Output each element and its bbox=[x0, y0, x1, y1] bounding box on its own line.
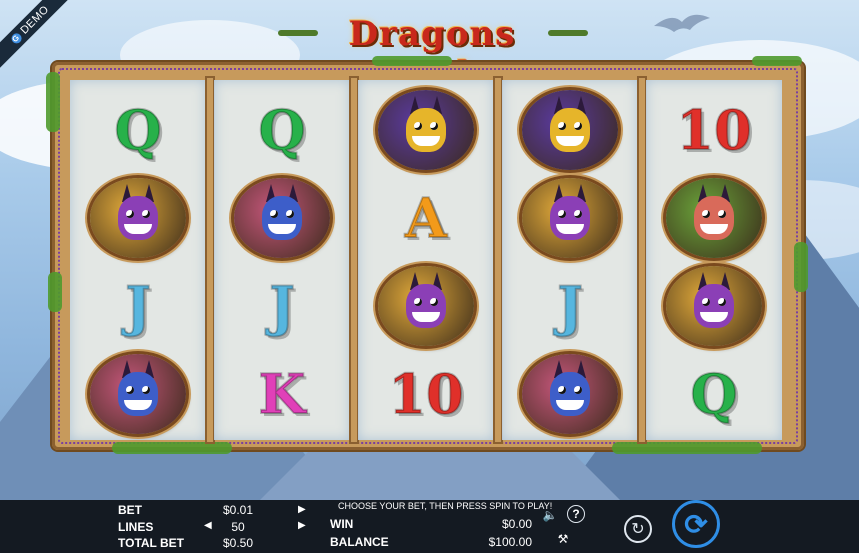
symbol-purple-dragon bbox=[358, 262, 494, 350]
provider-logo-icon: G bbox=[9, 31, 24, 46]
symbol-j: J bbox=[214, 262, 350, 350]
bet-label: BET bbox=[118, 503, 142, 517]
symbol-letter: Q bbox=[113, 98, 162, 162]
lines-value: 50 bbox=[231, 520, 245, 534]
symbol-letter: Q bbox=[689, 362, 738, 426]
symbol-j: J bbox=[70, 262, 206, 350]
symbol-letter: J bbox=[556, 274, 584, 338]
symbol-letter: J bbox=[124, 274, 152, 338]
moss-decoration bbox=[794, 242, 808, 292]
lines-label: LINES bbox=[118, 520, 154, 534]
red-dragon-icon bbox=[666, 178, 762, 258]
symbol-gold-dragon bbox=[358, 86, 494, 174]
symbol-purple-dragon bbox=[70, 174, 206, 262]
lines-increase-button[interactable]: ▶ bbox=[298, 520, 306, 531]
symbol-letter: K bbox=[258, 362, 307, 426]
moss-decoration bbox=[752, 56, 802, 66]
win-label: WIN bbox=[330, 517, 354, 531]
symbol-q: Q bbox=[70, 86, 206, 174]
win-balance-panel: WIN $0.00 BALANCE $100.00 bbox=[322, 500, 536, 553]
symbol-blue-dragon bbox=[214, 174, 350, 262]
purple-dragon-icon bbox=[522, 178, 618, 258]
reels-area: Q J Q J K A 10 J 10 Q bbox=[70, 76, 783, 444]
symbol-letter: A bbox=[404, 186, 448, 250]
blue-dragon-icon bbox=[234, 178, 330, 258]
symbol-blue-dragon bbox=[70, 350, 206, 438]
symbol-purple-dragon bbox=[502, 174, 638, 262]
symbol-letter: 10 bbox=[675, 98, 752, 162]
moss-decoration bbox=[46, 72, 60, 132]
balance-label: BALANCE bbox=[330, 535, 389, 549]
reel-4: J bbox=[502, 80, 638, 440]
symbol-q: Q bbox=[214, 86, 350, 174]
reel-2: Q JK bbox=[214, 80, 350, 440]
symbol-letter: J bbox=[268, 274, 296, 338]
bet-panel: BET $0.01 ◀ LINES 50 ▶ ▶ TOTAL BET $0.50 bbox=[100, 500, 312, 553]
moss-decoration bbox=[372, 56, 452, 66]
bet-value: $0.01 bbox=[222, 503, 254, 517]
reel-3: A 10 bbox=[358, 80, 494, 440]
purple-dragon-icon bbox=[378, 266, 474, 346]
total-bet-label: TOTAL BET bbox=[118, 536, 184, 550]
symbol-purple-dragon bbox=[646, 262, 782, 350]
blue-dragon-icon bbox=[90, 354, 186, 434]
moss-decoration bbox=[612, 442, 762, 454]
symbol-blue-dragon bbox=[502, 350, 638, 438]
symbol-k: K bbox=[214, 350, 350, 438]
symbol-letter: Q bbox=[257, 98, 306, 162]
symbol-a: A bbox=[358, 174, 494, 262]
blue-dragon-icon bbox=[522, 354, 618, 434]
symbol-letter: 10 bbox=[387, 362, 464, 426]
purple-dragon-icon bbox=[666, 266, 762, 346]
autoplay-icon[interactable]: ↻ bbox=[624, 515, 652, 543]
reel-5: 10 Q bbox=[646, 80, 782, 440]
win-value: $0.00 bbox=[501, 517, 532, 531]
symbol-10: 10 bbox=[358, 350, 494, 438]
symbol-10: 10 bbox=[646, 86, 782, 174]
symbol-q: Q bbox=[646, 350, 782, 438]
gold-dragon-icon bbox=[522, 90, 618, 170]
moss-decoration bbox=[48, 272, 62, 312]
flying-dragon-silhouette bbox=[654, 14, 710, 32]
symbol-red-dragon bbox=[646, 174, 782, 262]
total-bet-value: $0.50 bbox=[222, 536, 254, 550]
speaker-icon[interactable]: 🔈 bbox=[541, 506, 559, 524]
symbol-gold-dragon bbox=[502, 86, 638, 174]
purple-dragon-icon bbox=[90, 178, 186, 258]
gold-dragon-icon bbox=[378, 90, 474, 170]
settings-icon[interactable]: ⚒ bbox=[554, 530, 572, 548]
bet-increase-button[interactable]: ▶ bbox=[298, 504, 306, 515]
spin-icon[interactable]: ⟳ bbox=[672, 500, 720, 548]
help-icon[interactable]: ? bbox=[567, 505, 585, 523]
symbol-j: J bbox=[502, 262, 638, 350]
balance-value: $100.00 bbox=[488, 535, 532, 549]
reel-1: QJ bbox=[70, 80, 206, 440]
